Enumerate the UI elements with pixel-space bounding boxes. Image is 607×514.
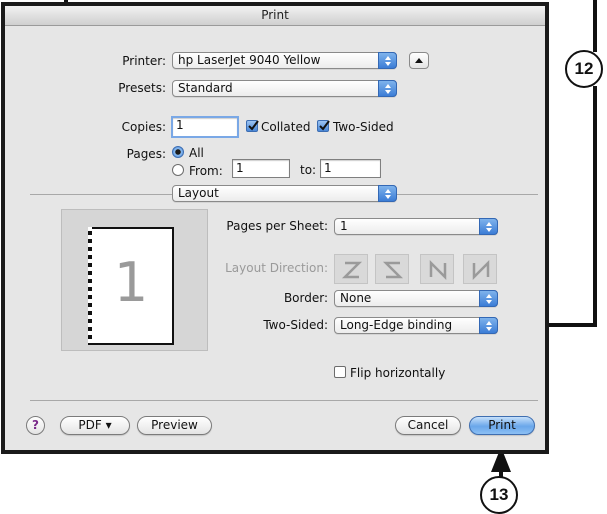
copies-field[interactable]: 1 (171, 116, 239, 138)
checkmark-icon (248, 120, 259, 131)
two-sided-label: Two-Sided (333, 120, 394, 134)
callout-13: 13 (480, 476, 518, 514)
pages-per-sheet-label: Pages per Sheet: (226, 219, 328, 233)
popup-arrows-icon (479, 290, 498, 307)
presets-popup[interactable]: Standard (172, 80, 397, 97)
n-icon (429, 259, 447, 281)
flip-horizontally-checkbox[interactable] (334, 366, 346, 378)
pages-from-field[interactable]: 1 (232, 159, 290, 178)
printer-label: Printer: (122, 54, 166, 68)
pages-all-radio[interactable] (172, 146, 184, 158)
layout-direction-reverse-z-button[interactable] (375, 254, 409, 284)
preview-page: 1 (88, 227, 174, 345)
callout-12: 12 (565, 50, 603, 88)
popup-arrows-icon (378, 80, 397, 97)
two-sided-popup[interactable]: Long-Edge binding (334, 317, 498, 334)
layout-preview: 1 (61, 209, 208, 351)
reverse-z-icon (382, 261, 404, 279)
reverse-n-icon (472, 259, 490, 281)
pages-per-sheet-value: 1 (340, 219, 348, 233)
popup-arrows-icon (378, 185, 397, 202)
layout-direction-n-button[interactable] (420, 254, 454, 284)
two-sided-checkbox[interactable] (317, 120, 330, 132)
flip-horizontally-label: Flip horizontally (350, 366, 446, 380)
printer-value: hp LaserJet 9040 Yellow (178, 53, 321, 67)
presets-value: Standard (178, 81, 233, 95)
window-title: Print (5, 6, 545, 26)
layout-direction-reverse-n-button[interactable] (463, 254, 497, 284)
presets-label: Presets: (118, 81, 166, 95)
pages-label: Pages: (126, 147, 166, 161)
footer-divider (30, 400, 538, 401)
popup-arrows-icon (378, 52, 397, 69)
pages-per-sheet-popup[interactable]: 1 (334, 218, 498, 235)
cancel-button[interactable]: Cancel (395, 416, 461, 435)
z-icon (341, 261, 363, 279)
print-button[interactable]: Print (469, 416, 535, 435)
section-popup[interactable]: Layout (172, 185, 397, 202)
printer-popup[interactable]: hp LaserJet 9040 Yellow (172, 52, 397, 69)
copies-label: Copies: (121, 120, 166, 134)
disclosure-button[interactable] (409, 52, 429, 69)
preview-button[interactable]: Preview (137, 416, 212, 435)
checkmark-icon (319, 120, 330, 131)
triangle-up-icon (415, 58, 423, 63)
pages-to-field[interactable]: 1 (320, 159, 381, 178)
preview-page-number: 1 (113, 251, 149, 314)
pages-from-radio[interactable] (172, 164, 184, 176)
pages-to-label: to: (300, 163, 317, 177)
pages-from-label: From: (189, 164, 223, 178)
popup-arrows-icon (479, 317, 498, 334)
collated-checkbox[interactable] (246, 120, 259, 132)
pages-all-label: All (189, 146, 204, 160)
section-popup-value: Layout (178, 186, 219, 200)
border-value: None (340, 291, 372, 305)
popup-arrows-icon (479, 218, 498, 235)
pdf-button[interactable]: PDF ▾ (60, 416, 130, 435)
layout-direction-z-button[interactable] (334, 254, 368, 284)
help-button[interactable]: ? (26, 416, 45, 435)
collated-label: Collated (261, 120, 311, 134)
border-label: Border: (283, 291, 328, 305)
two-sided-value: Long-Edge binding (340, 318, 453, 332)
layout-direction-label: Layout Direction: (225, 261, 328, 275)
two-sided-layout-label: Two-Sided: (263, 318, 328, 332)
border-popup[interactable]: None (334, 290, 498, 307)
